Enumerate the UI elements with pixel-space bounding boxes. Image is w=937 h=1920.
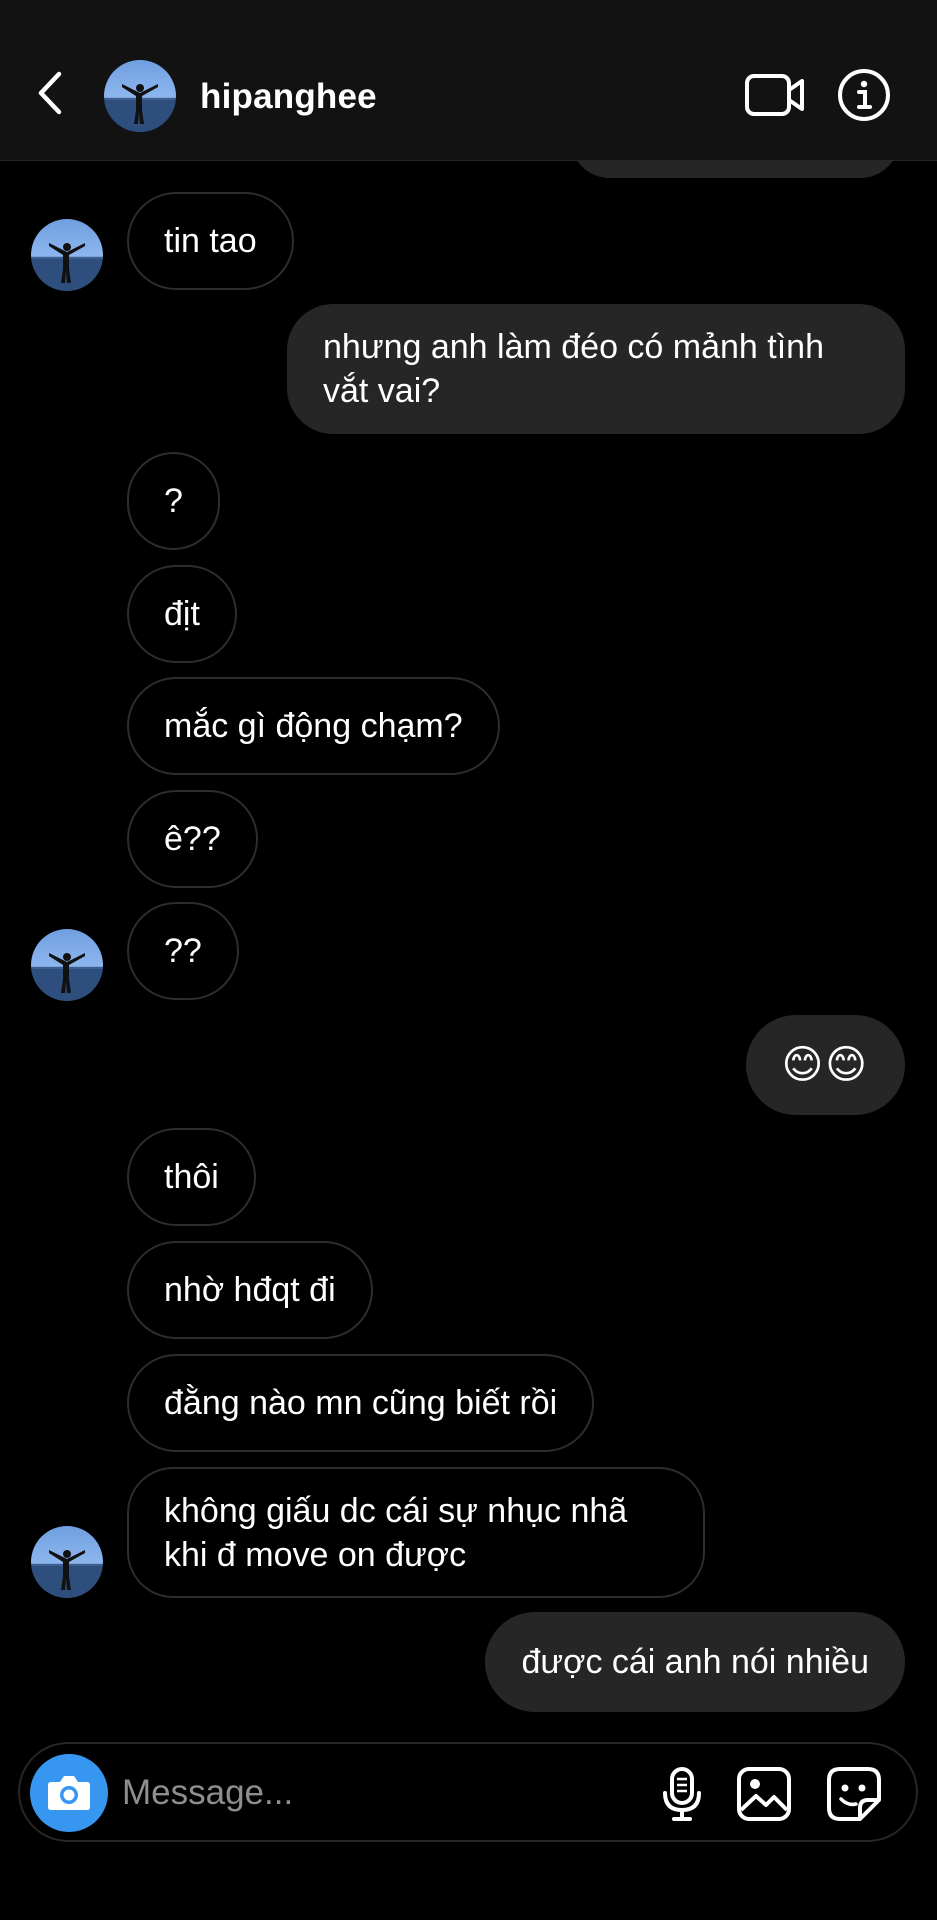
gallery-button[interactable]: [734, 1764, 794, 1824]
sticker-button[interactable]: [824, 1764, 884, 1824]
message-bubble-incoming[interactable]: nhờ hđqt đi: [127, 1241, 373, 1339]
message-text: ??: [164, 932, 202, 970]
message-text: ?: [164, 482, 183, 520]
message-text: được cái anh nói nhiều: [521, 1643, 869, 1681]
camera-button[interactable]: [30, 1754, 108, 1832]
message-bubble-incoming[interactable]: ?: [127, 452, 220, 550]
message-text: nhờ hđqt đi: [164, 1271, 336, 1309]
message-bubble-incoming[interactable]: ??: [127, 902, 239, 1000]
back-button[interactable]: [30, 68, 70, 118]
chat-header: hipanghee: [0, 0, 937, 161]
message-bubble-outgoing[interactable]: nhưng anh làm đéo có mảnh tình vắt vai?: [287, 304, 905, 434]
message-bubble-incoming[interactable]: không giấu dc cái sự nhục nhã khi đ move…: [127, 1467, 705, 1598]
gallery-icon: [737, 1767, 791, 1821]
video-camera-icon: [745, 74, 804, 116]
message-text: ê??: [164, 820, 221, 858]
username-title[interactable]: hipanghee: [200, 72, 377, 122]
microphone-icon: [663, 1767, 701, 1821]
message-bubble-incoming[interactable]: địt: [127, 565, 237, 663]
message-bubble-outgoing[interactable]: 😊😊: [745, 1015, 905, 1115]
person-silhouette-icon: [31, 1550, 103, 1598]
sender-avatar[interactable]: [31, 1526, 103, 1598]
camera-icon: [48, 1776, 90, 1810]
info-icon: [838, 69, 890, 121]
person-silhouette-icon: [31, 243, 103, 291]
message-bubble-incoming[interactable]: đằng nào mn cũng biết rồi: [127, 1354, 595, 1452]
profile-avatar[interactable]: [104, 60, 176, 132]
sticker-icon: [827, 1767, 881, 1821]
message-bubble-incoming[interactable]: thôi: [127, 1128, 256, 1226]
message-composer: [18, 1742, 918, 1842]
info-button[interactable]: [836, 67, 892, 123]
message-text: nhưng anh làm đéo có mảnh tình vắt vai?: [323, 328, 824, 410]
person-silhouette-icon: [104, 84, 176, 132]
message-text: thôi: [164, 1158, 219, 1196]
message-text: đằng nào mn cũng biết rồi: [164, 1384, 558, 1422]
message-bubble-outgoing[interactable]: được cái anh nói nhiều: [485, 1612, 905, 1712]
message-input[interactable]: [122, 1764, 522, 1822]
message-text: mắc gì động chạm?: [164, 707, 463, 745]
sender-avatar[interactable]: [31, 219, 103, 291]
voice-message-button[interactable]: [652, 1764, 712, 1824]
message-text: 😊😊: [781, 1043, 869, 1087]
message-bubble-incoming[interactable]: ê??: [127, 790, 258, 888]
person-silhouette-icon: [31, 953, 103, 1001]
message-text: không giấu dc cái sự nhục nhã khi đ move…: [164, 1491, 628, 1574]
sender-avatar[interactable]: [31, 929, 103, 1001]
chevron-left-icon: [38, 71, 62, 115]
message-bubble-incoming[interactable]: tin tao: [127, 192, 294, 290]
message-text: địt: [164, 595, 200, 633]
message-bubble-incoming[interactable]: mắc gì động chạm?: [127, 677, 500, 775]
video-call-button[interactable]: [744, 70, 806, 120]
message-text: tin tao: [164, 222, 257, 260]
